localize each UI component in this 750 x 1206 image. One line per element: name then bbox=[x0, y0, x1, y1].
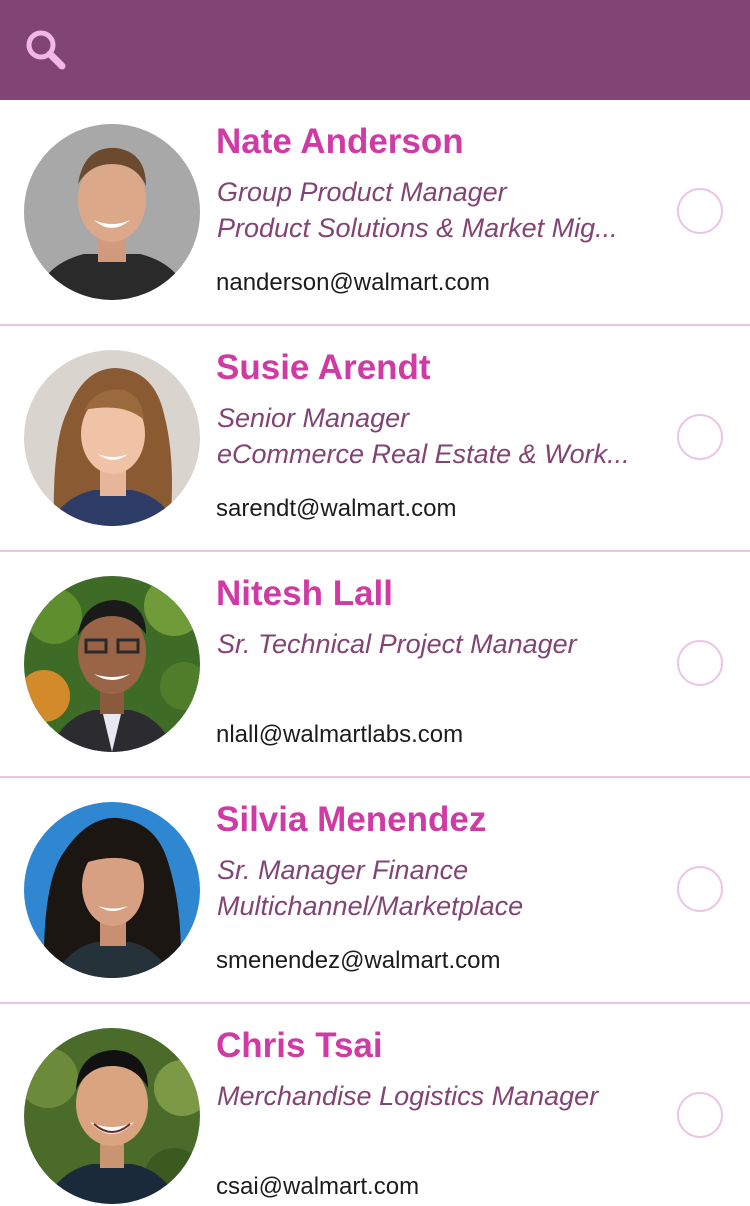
contact-title: Group Product Manager Product Solutions … bbox=[217, 174, 667, 246]
select-radio[interactable] bbox=[677, 414, 723, 460]
contact-name: Nitesh Lall bbox=[216, 574, 393, 613]
contact-row[interactable]: Nate Anderson Group Product Manager Prod… bbox=[0, 100, 750, 326]
select-radio[interactable] bbox=[677, 188, 723, 234]
avatar bbox=[24, 1028, 200, 1204]
contact-title-line: Group Product Manager bbox=[217, 177, 507, 207]
contact-row[interactable]: Susie Arendt Senior Manager eCommerce Re… bbox=[0, 326, 750, 552]
select-radio[interactable] bbox=[677, 1092, 723, 1138]
search-icon bbox=[26, 30, 66, 70]
contact-email: nanderson@walmart.com bbox=[216, 269, 490, 296]
select-radio[interactable] bbox=[677, 866, 723, 912]
contact-title: Merchandise Logistics Manager bbox=[217, 1078, 667, 1114]
contact-email: smenendez@walmart.com bbox=[216, 947, 501, 974]
contact-title: Sr. Technical Project Manager bbox=[217, 626, 667, 662]
contact-list: Nate Anderson Group Product Manager Prod… bbox=[0, 100, 750, 1206]
contact-title-line: Merchandise Logistics Manager bbox=[217, 1081, 599, 1111]
search-button[interactable] bbox=[18, 22, 74, 78]
avatar bbox=[24, 576, 200, 752]
contact-name: Chris Tsai bbox=[216, 1026, 383, 1065]
avatar bbox=[24, 802, 200, 978]
contact-name: Silvia Menendez bbox=[216, 800, 487, 839]
contact-title-line: Sr. Technical Project Manager bbox=[217, 629, 577, 659]
contact-name: Nate Anderson bbox=[216, 122, 464, 161]
contact-email: nlall@walmartlabs.com bbox=[216, 721, 464, 748]
contact-email: sarendt@walmart.com bbox=[216, 495, 457, 522]
contact-title-line: Sr. Manager Finance bbox=[217, 855, 469, 885]
contact-email: csai@walmart.com bbox=[216, 1173, 420, 1200]
contact-title: Senior Manager eCommerce Real Estate & W… bbox=[217, 400, 667, 472]
avatar bbox=[24, 350, 200, 526]
select-radio[interactable] bbox=[677, 640, 723, 686]
contact-title: Sr. Manager Finance Multichannel/Marketp… bbox=[217, 852, 667, 924]
contact-department-line: eCommerce Real Estate & Work... bbox=[217, 439, 630, 469]
contact-department-line: Product Solutions & Market Mig... bbox=[217, 213, 618, 243]
contact-row[interactable]: Nitesh Lall Sr. Technical Project Manage… bbox=[0, 552, 750, 778]
contact-row[interactable]: Chris Tsai Merchandise Logistics Manager… bbox=[0, 1004, 750, 1206]
avatar bbox=[24, 124, 200, 300]
contact-title-line: Senior Manager bbox=[217, 403, 410, 433]
contact-row[interactable]: Silvia Menendez Sr. Manager Finance Mult… bbox=[0, 778, 750, 1004]
top-app-bar bbox=[0, 0, 750, 100]
contact-name: Susie Arendt bbox=[216, 348, 431, 387]
contact-department-line: Multichannel/Marketplace bbox=[217, 891, 524, 921]
